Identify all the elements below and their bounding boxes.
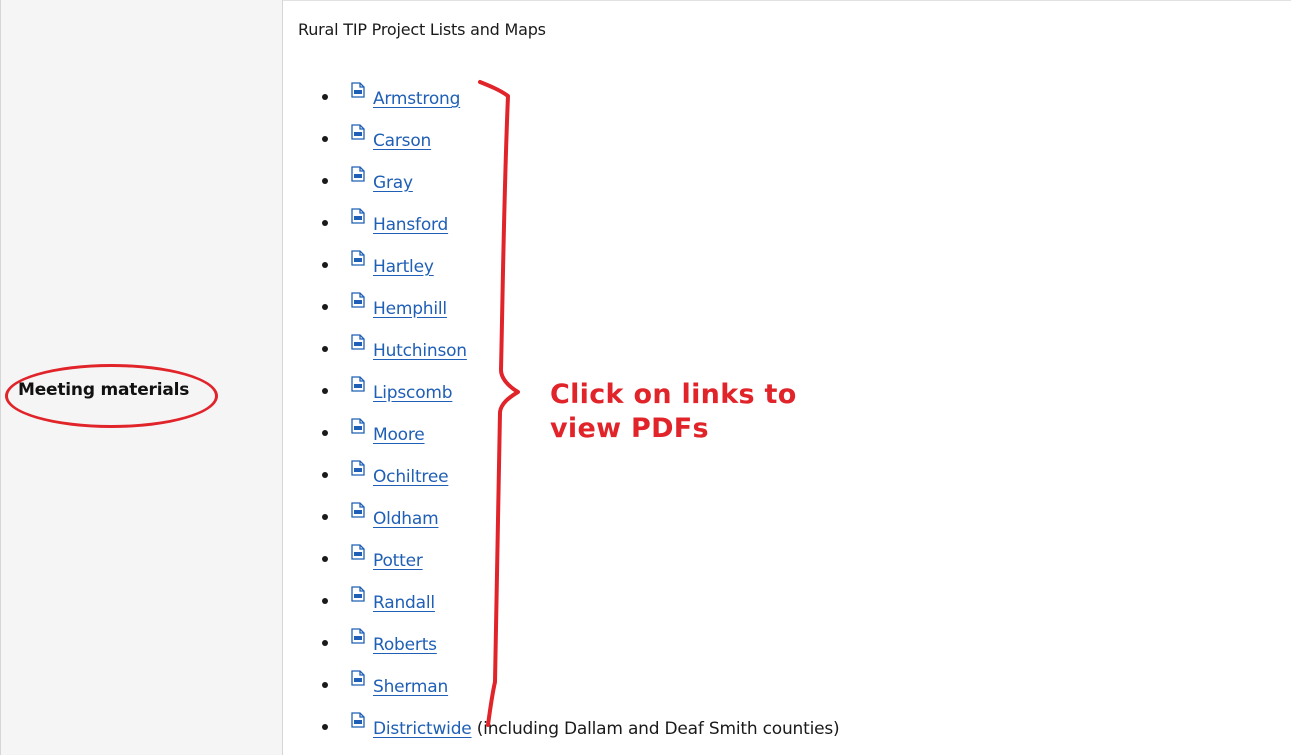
pdf-link-randall[interactable]: Randall: [373, 593, 435, 613]
bullet-icon: [322, 94, 328, 100]
list-item: Hansford: [322, 206, 839, 248]
pdf-link-hansford[interactable]: Hansford: [373, 215, 448, 235]
highlight-circle-annotation: [5, 364, 218, 428]
pdf-link-hemphill[interactable]: Hemphill: [373, 299, 447, 319]
pdf-link-carson[interactable]: Carson: [373, 131, 431, 151]
list-item: Randall: [322, 584, 839, 626]
list-item: Armstrong: [322, 80, 839, 122]
pdf-file-icon[interactable]: [351, 620, 365, 658]
pdf-link-hutchinson[interactable]: Hutchinson: [373, 341, 467, 361]
callout-line-1: Click on links to: [550, 379, 797, 410]
pdf-link-lipscomb[interactable]: Lipscomb: [373, 383, 453, 403]
pdf-file-icon[interactable]: [351, 410, 365, 448]
pdf-file-icon[interactable]: [351, 242, 365, 280]
pdf-file-icon[interactable]: [351, 284, 365, 322]
pdf-link-gray[interactable]: Gray: [373, 173, 413, 193]
pdf-file-icon[interactable]: [351, 74, 365, 112]
bullet-icon: [322, 430, 328, 436]
list-item: Potter: [322, 542, 839, 584]
bullet-icon: [322, 304, 328, 310]
table-label-cell: Meeting materials: [0, 0, 283, 755]
section-title: Rural TIP Project Lists and Maps: [298, 20, 546, 39]
list-item: Hutchinson: [322, 332, 839, 374]
bullet-icon: [322, 514, 328, 520]
pdf-link-potter[interactable]: Potter: [373, 551, 423, 571]
pdf-file-icon[interactable]: [351, 704, 365, 742]
list-item: Sherman: [322, 668, 839, 710]
bullet-icon: [322, 388, 328, 394]
pdf-link-armstrong[interactable]: Armstrong: [373, 89, 460, 109]
list-item: Roberts: [322, 626, 839, 668]
bullet-icon: [322, 724, 328, 730]
pdf-link-districtwide[interactable]: Districtwide: [373, 719, 472, 739]
pdf-file-icon[interactable]: [351, 494, 365, 532]
pdf-file-icon[interactable]: [351, 368, 365, 406]
pdf-file-icon[interactable]: [351, 200, 365, 238]
pdf-link-roberts[interactable]: Roberts: [373, 635, 437, 655]
pdf-file-icon[interactable]: [351, 536, 365, 574]
curly-brace-annotation: [478, 80, 520, 727]
pdf-file-icon[interactable]: [351, 326, 365, 364]
bullet-icon: [322, 220, 328, 226]
list-item: Hemphill: [322, 290, 839, 332]
pdf-link-sherman[interactable]: Sherman: [373, 677, 448, 697]
pdf-link-moore[interactable]: Moore: [373, 425, 425, 445]
pdf-link-hartley[interactable]: Hartley: [373, 257, 434, 277]
pdf-file-icon[interactable]: [351, 158, 365, 196]
bullet-icon: [322, 640, 328, 646]
bullet-icon: [322, 136, 328, 142]
bullet-icon: [322, 472, 328, 478]
list-item: Gray: [322, 164, 839, 206]
bullet-icon: [322, 556, 328, 562]
list-item: Oldham: [322, 500, 839, 542]
bullet-icon: [322, 598, 328, 604]
callout-line-2: view PDFs: [550, 413, 709, 444]
table-top-border: [283, 0, 1291, 1]
pdf-file-icon[interactable]: [351, 578, 365, 616]
bullet-icon: [322, 178, 328, 184]
list-item: Hartley: [322, 248, 839, 290]
pdf-file-icon[interactable]: [351, 452, 365, 490]
list-item: Carson: [322, 122, 839, 164]
list-item: Districtwide (including Dallam and Deaf …: [322, 710, 840, 752]
list-item: Ochiltree: [322, 458, 839, 500]
page: Meeting materials Rural TIP Project List…: [0, 0, 1291, 755]
pdf-file-icon[interactable]: [351, 116, 365, 154]
bullet-icon: [322, 262, 328, 268]
pdf-file-icon[interactable]: [351, 662, 365, 700]
pdf-link-oldham[interactable]: Oldham: [373, 509, 439, 529]
pdf-link-ochiltree[interactable]: Ochiltree: [373, 467, 449, 487]
callout-annotation: Click on links to view PDFs: [550, 378, 797, 446]
bullet-icon: [322, 346, 328, 352]
bullet-icon: [322, 682, 328, 688]
